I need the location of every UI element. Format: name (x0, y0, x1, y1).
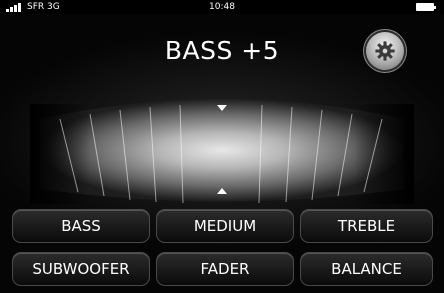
subwoofer-button[interactable]: SUBWOOFER (12, 252, 150, 286)
equalizer-screen: BASS +5 BASS MEDIUM TREBLE SUBWOOFER FAD… (0, 14, 444, 293)
fader-button[interactable]: FADER (156, 252, 294, 286)
medium-button[interactable]: MEDIUM (156, 209, 294, 243)
bass-button[interactable]: BASS (12, 209, 150, 243)
battery-full-icon (416, 3, 436, 11)
status-time: 10:48 (209, 2, 235, 12)
treble-button[interactable]: TREBLE (300, 209, 433, 243)
settings-button[interactable] (366, 32, 404, 70)
status-bar: SFR 3G 10:48 (0, 0, 444, 14)
balance-button[interactable]: BALANCE (300, 252, 433, 286)
gear-icon (375, 41, 395, 61)
